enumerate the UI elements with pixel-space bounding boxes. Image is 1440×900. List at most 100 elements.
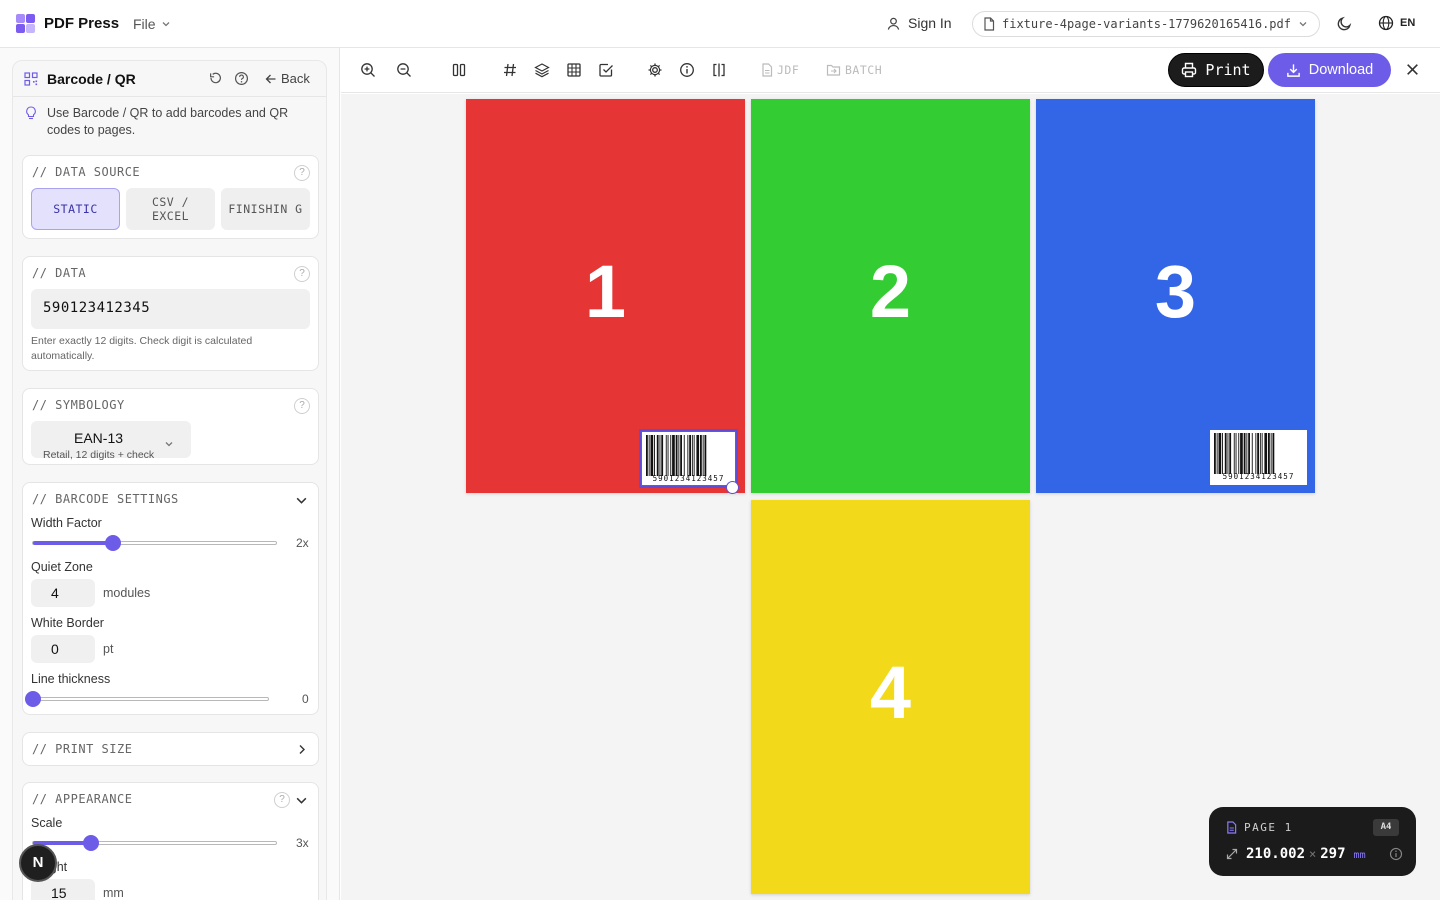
resize-handle[interactable] <box>726 481 739 494</box>
info-icon[interactable] <box>1389 847 1403 861</box>
white-border-input[interactable]: 0 <box>31 635 95 663</box>
page-number-label: 4 <box>869 651 912 734</box>
dark-mode-icon[interactable] <box>1336 15 1353 32</box>
line-thickness-value: 0 <box>302 692 309 706</box>
gear-icon[interactable] <box>647 62 663 78</box>
page-thumbnail-2[interactable]: 2 <box>751 99 1030 493</box>
file-name: fixture-4page-variants-1779620165416.pdf <box>1002 17 1291 31</box>
slider-handle[interactable] <box>105 535 122 551</box>
data-source-static[interactable]: STATIC <box>31 188 120 230</box>
chevron-down-icon <box>162 22 170 27</box>
printer-icon <box>1182 62 1197 78</box>
symbology-subtitle: Retail, 12 digits + check <box>43 449 155 461</box>
jdf-button[interactable]: JDF <box>761 63 799 77</box>
print-button[interactable]: Print <box>1168 53 1264 87</box>
file-icon <box>984 17 995 31</box>
tip-text: Use Barcode / QR to add barcodes and QR … <box>47 106 289 137</box>
sign-in-button[interactable]: Sign In <box>886 15 952 31</box>
download-label: Download <box>1308 62 1374 78</box>
help-icon[interactable]: ? <box>294 266 310 282</box>
file-selector[interactable]: fixture-4page-variants-1779620165416.pdf <box>972 11 1320 37</box>
print-size-card[interactable]: // PRINT SIZE <box>22 732 319 766</box>
data-source-csv[interactable]: CSV / EXCEL <box>126 188 215 230</box>
line-thickness-label: Line thickness <box>31 672 111 686</box>
height-unit: mm <box>103 886 124 900</box>
chevron-right-icon <box>299 745 305 754</box>
data-source-card: // DATA SOURCE ? STATIC CSV / EXCEL FINI… <box>22 155 319 239</box>
scale-value: 3x <box>296 836 309 850</box>
download-icon <box>1286 63 1300 77</box>
qr-code-icon <box>24 72 38 86</box>
symbology-select[interactable]: EAN-13 Retail, 12 digits + check <box>31 421 191 461</box>
zoom-in-icon[interactable] <box>360 62 376 78</box>
barcode-panel: Barcode / QR Back Use Barcode / QR to ad… <box>12 60 327 900</box>
download-button[interactable]: Download <box>1268 53 1391 87</box>
editor-toolbar: JDF BATCH Print Download <box>341 48 1440 93</box>
slider-fill <box>33 541 114 545</box>
help-icon[interactable]: ? <box>274 792 290 808</box>
print-size-label: // PRINT SIZE <box>32 742 133 756</box>
close-icon[interactable] <box>1405 62 1420 77</box>
dimension-separator: × <box>1309 847 1317 861</box>
split-view-icon[interactable] <box>711 62 727 78</box>
symbology-card: // SYMBOLOGY ? EAN-13 Retail, 12 digits … <box>22 388 319 465</box>
height-input[interactable]: 15 <box>31 879 95 900</box>
document-canvas[interactable]: 1 5901234123457 2 3 5901234123457 4 <box>341 94 1440 900</box>
info-icon[interactable] <box>679 62 695 78</box>
resize-arrows-icon <box>1226 848 1238 860</box>
file-menu-label: File <box>133 16 156 32</box>
file-menu[interactable]: File <box>133 16 171 32</box>
globe-icon <box>1378 15 1394 31</box>
reset-icon[interactable] <box>208 71 223 86</box>
chevron-down-icon[interactable] <box>295 794 308 807</box>
barcode-element[interactable]: 5901234123457 <box>1210 430 1307 485</box>
slider-handle[interactable] <box>83 835 100 851</box>
arrow-left-icon <box>265 74 276 83</box>
columns-icon[interactable] <box>451 62 467 78</box>
app-logo-icon <box>16 14 36 34</box>
grid-icon[interactable] <box>566 62 582 78</box>
white-border-label: White Border <box>31 616 104 630</box>
page-number-label: 1 <box>584 250 627 333</box>
scale-slider[interactable] <box>32 835 277 851</box>
page-number-label: 2 <box>869 250 912 333</box>
dev-badge[interactable]: N <box>19 844 57 882</box>
symbology-label: // SYMBOLOGY <box>32 398 125 412</box>
width-factor-slider[interactable] <box>32 535 277 551</box>
help-icon[interactable]: ? <box>294 165 310 181</box>
language-switcher[interactable]: EN <box>1378 15 1415 31</box>
checkbox-icon[interactable] <box>598 62 614 78</box>
zoom-out-icon[interactable] <box>396 62 412 78</box>
help-icon[interactable]: ? <box>294 398 310 414</box>
page-thumbnail-4[interactable]: 4 <box>751 500 1030 894</box>
help-icon[interactable] <box>234 71 249 86</box>
app-title: PDF Press <box>44 15 120 32</box>
page-info-label: PAGE 1 <box>1244 821 1293 834</box>
page-size-badge: A4 <box>1373 819 1399 836</box>
layers-icon[interactable] <box>534 62 550 78</box>
print-label: Print <box>1205 61 1251 79</box>
page-thumbnail-1[interactable]: 1 5901234123457 <box>466 99 745 494</box>
data-card: // DATA ? 590123412345 Enter exactly 12 … <box>22 256 319 371</box>
top-bar: PDF Press File Sign In fixture-4page-var… <box>0 0 1440 48</box>
data-label: // DATA <box>32 266 87 280</box>
sign-in-label: Sign In <box>908 15 952 31</box>
panel-tip: Use Barcode / QR to add barcodes and QR … <box>25 105 315 139</box>
batch-button[interactable]: BATCH <box>826 63 882 77</box>
data-source-finishing[interactable]: FINISHIN G <box>221 188 310 230</box>
line-thickness-slider[interactable] <box>25 691 269 707</box>
page-thumbnail-3[interactable]: 3 5901234123457 <box>1036 99 1315 493</box>
page-width: 210.002 <box>1246 846 1306 862</box>
page-numbers-icon[interactable] <box>502 62 518 78</box>
chevron-down-icon <box>1299 22 1307 27</box>
page-height: 297 <box>1320 846 1346 862</box>
quiet-zone-label: Quiet Zone <box>31 560 93 574</box>
chevron-down-icon[interactable] <box>295 494 308 507</box>
slider-handle[interactable] <box>25 691 41 707</box>
barcode-settings-card: // BARCODE SETTINGS Width Factor 2x Quie… <box>22 482 319 715</box>
quiet-zone-input[interactable]: 4 <box>31 579 95 607</box>
data-input[interactable]: 590123412345 <box>31 289 310 329</box>
back-button[interactable]: Back <box>265 71 310 86</box>
data-source-label: // DATA SOURCE <box>32 165 141 179</box>
selection-frame[interactable] <box>639 429 738 488</box>
